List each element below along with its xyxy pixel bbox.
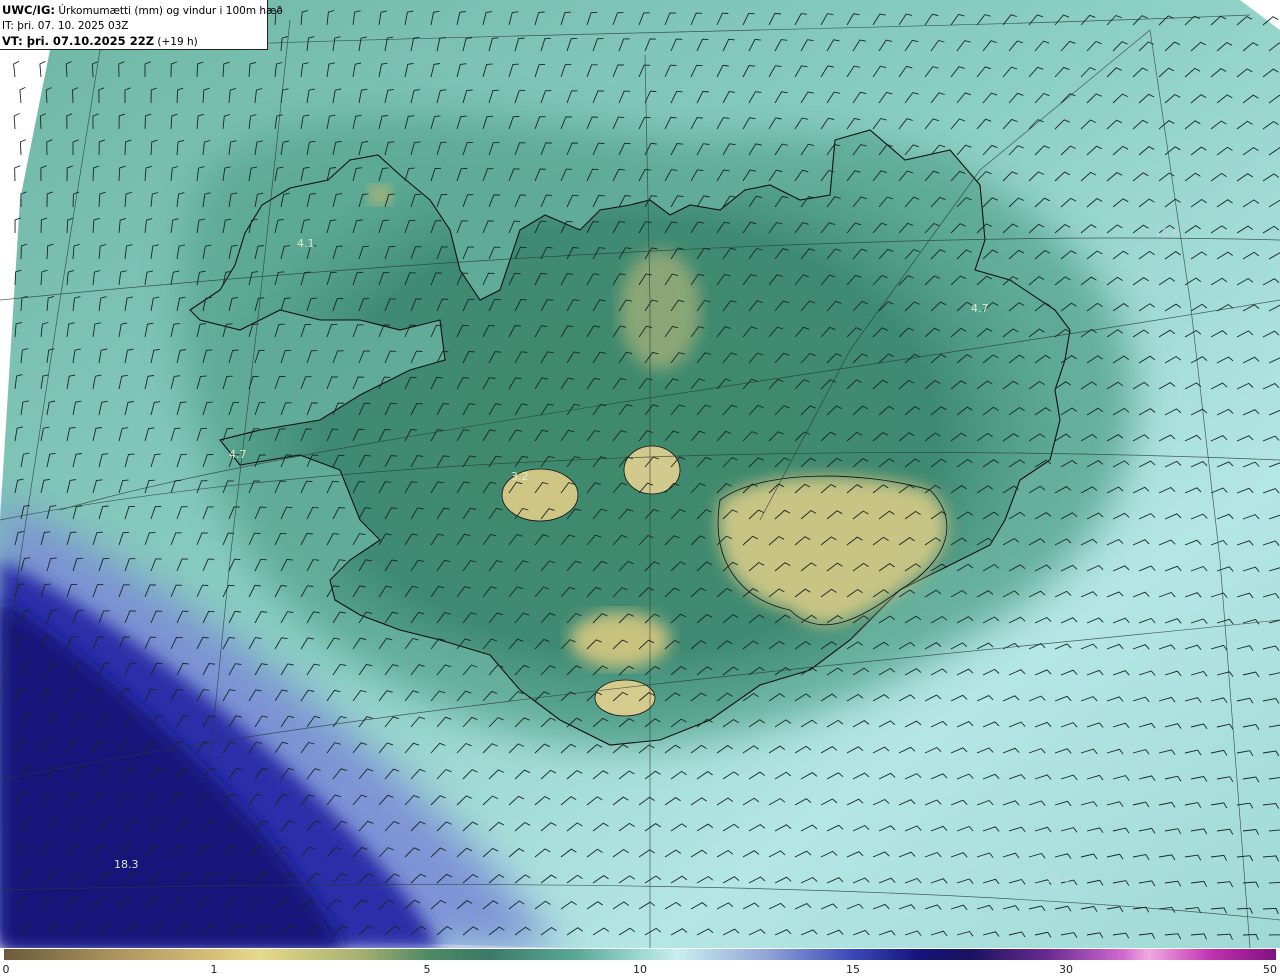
map-canvas [0, 0, 1280, 948]
colorbar-tick: 10 [633, 963, 647, 976]
colorbar-tick: 1 [210, 963, 218, 976]
precip-label: 18.9 [1046, 872, 1071, 885]
precip-label: 18.3 [114, 858, 139, 871]
model-name: UWC/IG: [2, 3, 55, 17]
valid-time-line: VT: þri. 07.10.2025 22Z (+19 h) [2, 34, 267, 50]
colorbar-tick: 30 [1059, 963, 1073, 976]
header-title-line: UWC/IG: Úrkomumætti (mm) og vindur i 100… [2, 3, 283, 19]
north-highland [620, 250, 700, 370]
colorbar-tick: 5 [423, 963, 431, 976]
myrdalsjokull-area [570, 612, 670, 668]
precip-label: 4.7 [971, 302, 989, 315]
hofsjokull-glacier [623, 445, 681, 495]
precip-label: 10.6 [1155, 226, 1180, 239]
valid-time: VT: þri. 07.10.2025 22Z [2, 34, 155, 48]
colorbar-tick: 50 [1263, 963, 1277, 976]
forecast-map: 4.1 4.7 4.7 3.2 10.6 18.3 18.9 [0, 0, 1280, 948]
colorbar-gradient [4, 949, 1276, 960]
colorbar-tick: 0 [2, 963, 10, 976]
colorbar: 0 1 5 10 15 30 50 [0, 948, 1280, 978]
precip-label: 3.2 [511, 470, 529, 483]
map-header: UWC/IG: Úrkomumætti (mm) og vindur i 100… [0, 0, 283, 50]
precip-label: 4.1 [297, 237, 315, 250]
precip-label: 4.7 [229, 448, 247, 461]
colorbar-tick: 15 [846, 963, 860, 976]
forecast-offset: (+19 h) [157, 36, 198, 48]
field-description: Úrkomumætti (mm) og vindur i 100m hæð [58, 5, 283, 17]
initial-time: IT: þri. 07. 10. 2025 03Z [2, 20, 129, 32]
